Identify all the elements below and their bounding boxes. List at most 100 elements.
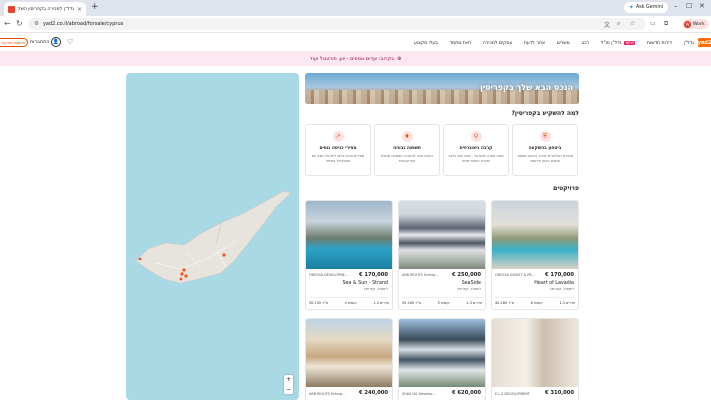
site-logo[interactable]: yad2 [698, 38, 711, 47]
hero-title: הנכס הבא שלך בקפריסין [480, 83, 573, 92]
map-marker[interactable] [222, 253, 226, 257]
nav-item-new-apartments[interactable]: דירות חדשות [647, 41, 672, 46]
project-card[interactable]: ARB RIGHTS Enterp... € 250,000 SeaSide ל… [398, 200, 486, 310]
project-price: € 170,000 [544, 272, 574, 278]
nav-item-vehicles[interactable]: רכב [581, 41, 589, 46]
profile-label: Work [693, 21, 705, 27]
floors-spec: 6 קומות [530, 301, 543, 305]
url-text: yad2.co.il/abroad/forsale/cyprus [42, 21, 124, 27]
site-header: + פרסום מודעה התחברות 👤 ♡ נדל"ן דירות חד… [0, 33, 711, 52]
reason-card: ↗ מחירי כניסה נוחים מחירים נוחים ביחס לי… [305, 124, 371, 176]
developer-name: ARB RIGHTS Enterp... [402, 273, 439, 277]
reason-card: ♦ תשואה גבוהה ביקוש גבוה להשכרה ותשואה ש… [374, 124, 440, 176]
project-price: € 250,000 [451, 272, 481, 278]
nav-item-abroad[interactable]: נדל"ן חו"ל NEW [600, 40, 636, 46]
login-link[interactable]: התחברות [30, 40, 49, 45]
reading-list-icon[interactable]: ▭ [650, 20, 656, 27]
reason-title: תשואה גבוהה [393, 146, 421, 151]
map-marker[interactable] [182, 268, 186, 272]
nav-item-professionals[interactable]: בעלי מקצוע [414, 41, 438, 46]
location-pin-icon: ⚲ [470, 131, 482, 142]
projects-heading: פרויקטים [553, 185, 579, 192]
project-location: לימסול, קפריסין [363, 287, 388, 291]
map-panel[interactable]: + − [126, 73, 299, 400]
promo-text: בקרוב: יעדים נוספים - יוון, פורטוגל ועוד [309, 56, 395, 62]
minimize-button[interactable]: – [674, 2, 678, 10]
map-marker[interactable] [180, 272, 184, 276]
map-zoom-controls: + − [284, 375, 293, 394]
tab-title: נדל"ן למכירה בקפריסין השקעו... [18, 6, 74, 12]
ask-gemini-label: Ask Gemini [635, 5, 664, 10]
tab-close-icon[interactable]: × [77, 6, 82, 13]
project-card[interactable]: SHAS NG Develop... € 620,000 [398, 318, 486, 400]
nav-item-business[interactable]: עסקים למכירה [483, 41, 512, 46]
developer-name: ODESSA DEVELOPME... [309, 273, 349, 277]
rooms-spec: 1-3 חדרים [373, 301, 389, 305]
cyprus-map [135, 190, 292, 284]
developer-name: ARB RIGHTS Enterp... [309, 392, 346, 396]
favorites-heart-icon[interactable]: ♡ [67, 38, 73, 46]
site-info-icon[interactable]: ⚙ [34, 21, 39, 27]
project-card[interactable]: E.L.S DEVELOPMENT € 310,000 [491, 318, 579, 400]
nav-item-pets[interactable]: חיות מחמד [450, 41, 472, 46]
ask-gemini-button[interactable]: ✦ Ask Gemini [624, 2, 668, 13]
profile-button[interactable]: W Work [682, 19, 709, 29]
reload-icon[interactable]: ↻ [16, 19, 23, 28]
project-card[interactable]: ARB RIGHTS Enterp... € 240,000 [305, 318, 393, 400]
project-name: SeaSide [461, 281, 481, 286]
map-marker[interactable] [184, 274, 188, 278]
browser-tab[interactable]: נדל"ן למכירה בקפריסין השקעו... × [4, 2, 86, 16]
project-specs: 40-180 מ"ר 6 קומות 1-3 חדרים [495, 297, 575, 305]
site-favicon-icon [8, 5, 15, 13]
project-location: לימסול, קפריסין [456, 287, 481, 291]
area-spec: 55-160 מ"ר [402, 301, 421, 305]
project-name: Sea & Sun - Strand [342, 281, 388, 286]
close-window-button[interactable]: ✕ [699, 2, 705, 10]
address-bar[interactable]: ⚙ yad2.co.il/abroad/forsale/cyprus [28, 18, 646, 30]
reason-title: מחירי כניסה נוחים [319, 146, 357, 151]
city-skyline-image [305, 90, 579, 104]
map-marker[interactable] [138, 257, 142, 261]
project-price: € 240,000 [358, 390, 388, 396]
back-arrow-icon[interactable]: ← [4, 19, 11, 28]
maximize-button[interactable]: ☐ [686, 2, 692, 10]
floors-spec: 5 קומות [437, 301, 450, 305]
translate-icon[interactable]: 文 [604, 20, 610, 29]
nav-item-real-estate[interactable]: נדל"ן [684, 41, 694, 46]
promo-banner: ⊕ בקרוב: יעדים נוספים - יוון, פורטוגל וע… [0, 52, 711, 66]
nav-item-abroad-label: נדל"ן חו"ל [600, 40, 622, 46]
post-ad-button[interactable]: + פרסום מודעה [0, 38, 28, 47]
rooms-spec: 1-3 חדרים [559, 301, 575, 305]
zoom-out-button[interactable]: − [286, 386, 291, 393]
trend-up-icon: ↗ [332, 131, 344, 142]
why-heading: למה להשקיע בקפריסין? [511, 110, 579, 117]
project-card[interactable]: ODESSA DEVELOPME... € 170,000 Sea & Sun … [305, 200, 393, 310]
nav-item-info[interactable]: אחר לדעת [524, 41, 545, 46]
reason-desc: ביקוש גבוה להשכרה ותשואה שנתית אטרקטיבית [381, 154, 433, 163]
extensions-icon[interactable]: ⧉ [664, 20, 668, 28]
reason-desc: מחירים נוחים ביחס לישראל ושוק עם פוטנציא… [311, 154, 365, 163]
project-card[interactable]: ODESSA INVEST & PR... € 170,000 Heart of… [491, 200, 579, 310]
project-price: € 310,000 [544, 390, 574, 396]
map-marker[interactable] [179, 277, 183, 281]
project-image [399, 201, 485, 269]
user-icon[interactable]: 👤 [51, 37, 61, 47]
project-image [306, 319, 392, 387]
project-specs: 55-160 מ"ר 5 קומות 1-3 חדרים [402, 297, 482, 305]
project-price: € 620,000 [451, 390, 481, 396]
zoom-in-button[interactable]: + [286, 376, 291, 383]
island-shape [135, 190, 292, 284]
bookmark-star-icon[interactable]: ☆ [630, 20, 635, 27]
gemini-sparkle-icon: ✦ [628, 4, 634, 11]
floors-spec: 4 קומות [344, 301, 357, 305]
nav-item-jobs[interactable]: משרים [557, 41, 570, 46]
zoom-icon[interactable]: ⌕ [617, 20, 620, 28]
new-badge: NEW [624, 40, 636, 45]
main-nav: נדל"ן דירות חדשות נדל"ן חו"ל NEW רכב משר… [414, 39, 694, 47]
browser-tab-strip: נדל"ן למכירה בקפריסין השקעו... × + ✦ Ask… [0, 0, 711, 16]
rooms-spec: 1-3 חדרים [466, 301, 482, 305]
new-tab-button[interactable]: + [91, 3, 99, 12]
project-image [492, 319, 578, 387]
project-image [306, 201, 392, 269]
avatar: W [684, 20, 691, 28]
